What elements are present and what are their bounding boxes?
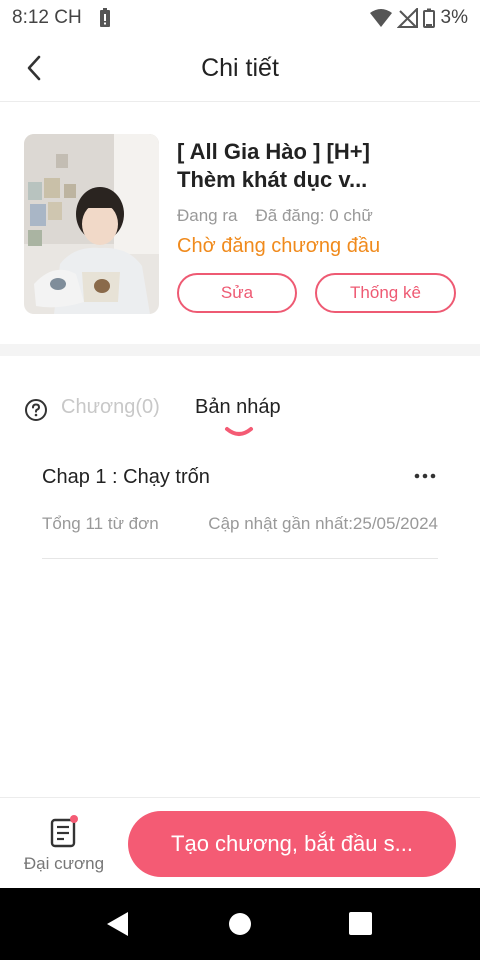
edit-button[interactable]: Sửa	[177, 273, 297, 313]
help-icon[interactable]	[24, 398, 48, 422]
book-title: [ All Gia Hào ] [H+] Thèm khát dục v...	[177, 138, 467, 194]
page-title: Chi tiết	[201, 54, 279, 82]
draft-updated: Cập nhật gần nhất:25/05/2024	[208, 514, 438, 533]
no-signal-icon	[396, 8, 419, 28]
tab-drafts[interactable]: Bản nháp	[195, 396, 281, 419]
system-nav-bar	[0, 888, 480, 960]
create-chapter-button[interactable]: Tạo chương, bắt đầu s...	[128, 811, 456, 877]
book-card: [ All Gia Hào ] [H+] Thèm khát dục v... …	[0, 102, 480, 344]
app-header: Chi tiết	[0, 36, 480, 102]
status-bar: 8:12 CH 3%	[0, 0, 480, 36]
bottom-bar: Đại cương Tạo chương, bắt đầu s...	[0, 797, 480, 888]
tabs: Chương(0) Bản nháp	[0, 380, 480, 440]
battery-icon	[422, 8, 435, 28]
section-divider	[0, 344, 480, 356]
book-cover[interactable]	[24, 134, 159, 314]
status-time: 8:12 CH	[12, 7, 82, 28]
tab-chapters[interactable]: Chương(0)	[61, 396, 160, 419]
battery-alert-icon	[98, 8, 112, 28]
book-status: Đang ra	[177, 206, 238, 225]
book-meta: Đang ra Đã đăng: 0 chữ	[177, 206, 373, 226]
draft-item[interactable]: Chap 1 : Chạy trốn Tổng 11 từ đơn Cập nh…	[42, 452, 438, 559]
wifi-icon	[369, 8, 393, 28]
back-button[interactable]	[16, 50, 52, 86]
outline-button[interactable]: Đại cương	[18, 808, 110, 880]
more-options-button[interactable]	[412, 462, 438, 490]
outline-label: Đại cương	[23, 854, 105, 873]
draft-title: Chap 1 : Chạy trốn	[42, 466, 210, 488]
tab-active-indicator	[225, 427, 253, 436]
draft-word-count: Tổng 11 từ đơn	[42, 514, 159, 533]
stats-button[interactable]: Thống kê	[315, 273, 456, 313]
chevron-left-icon	[27, 55, 41, 81]
pending-status: Chờ đăng chương đầu	[177, 235, 381, 257]
more-dots-icon	[414, 473, 436, 479]
outline-document-icon	[50, 815, 78, 848]
nav-recents-icon[interactable]	[349, 912, 372, 935]
book-title-line2: Thèm khát dục v...	[177, 167, 368, 192]
nav-back-icon[interactable]	[106, 911, 130, 937]
nav-home-icon[interactable]	[229, 913, 251, 935]
book-words-posted: Đã đăng: 0 chữ	[255, 206, 373, 225]
book-title-line1: [ All Gia Hào ] [H+]	[177, 139, 370, 164]
battery-percent: 3%	[440, 7, 468, 28]
